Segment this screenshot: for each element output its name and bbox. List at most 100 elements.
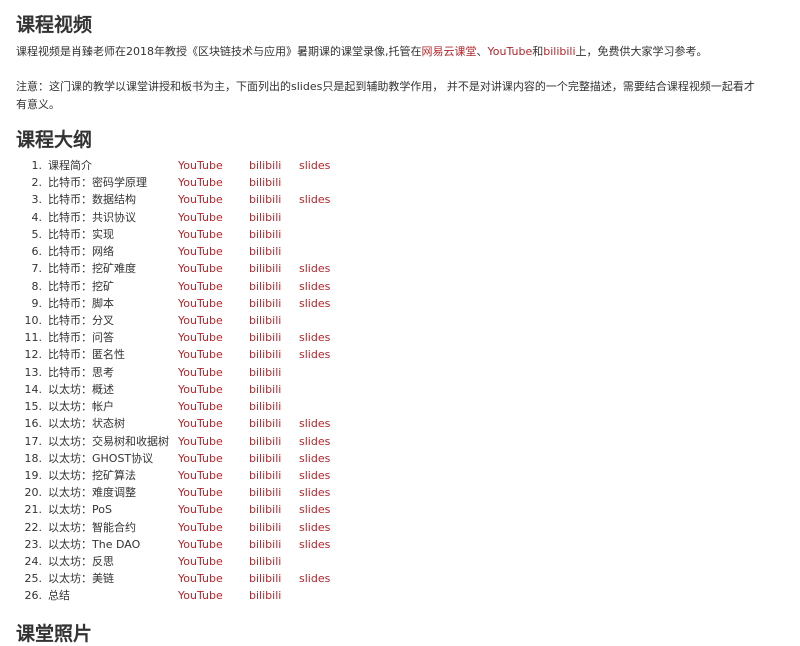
slides-link[interactable]: slides (299, 467, 330, 484)
youtube-link[interactable]: YouTube (178, 587, 223, 604)
lecture-title: 比特币：问答 (48, 331, 114, 345)
lecture-number: 16. (24, 417, 43, 431)
bilibili-link[interactable]: bilibili (249, 260, 281, 277)
youtube-link[interactable]: YouTube (178, 415, 223, 432)
bilibili-link[interactable]: bilibili (249, 484, 281, 501)
bilibili-link[interactable]: bilibili (249, 346, 281, 363)
slides-link[interactable]: slides (299, 415, 330, 432)
lecture-title: 以太坊：智能合约 (48, 520, 136, 534)
youtube-link[interactable]: YouTube (178, 450, 223, 467)
lecture-title: 比特币：匿名性 (48, 348, 125, 362)
lecture-number: 1. (31, 159, 43, 172)
lecture-number: 13. (24, 365, 43, 379)
lecture-number: 10. (24, 313, 43, 327)
bilibili-link[interactable]: bilibili (249, 191, 281, 208)
bilibili-link[interactable]: bilibili (249, 364, 281, 381)
youtube-link[interactable]: YouTube (178, 398, 223, 415)
youtube-link[interactable]: YouTube (178, 536, 223, 553)
lecture-number: 5. (31, 227, 43, 241)
bilibili-link[interactable]: bilibili (249, 553, 281, 570)
youtube-link[interactable]: YouTube (178, 209, 223, 226)
youtube-link[interactable]: YouTube (178, 191, 223, 208)
slides-link[interactable]: slides (299, 191, 330, 208)
slides-link[interactable]: slides (299, 536, 330, 553)
slides-link[interactable]: slides (299, 433, 330, 450)
youtube-link[interactable]: YouTube (178, 329, 223, 346)
slides-link[interactable]: slides (299, 519, 330, 536)
intro-sep-2: 和 (532, 45, 544, 58)
lecture-title: 比特币：网络 (48, 245, 114, 259)
intro-paragraph: 课程视频是肖臻老师在2018年教授《区块链技术与应用》暑期课的课堂录像,托管在网… (16, 43, 786, 61)
lecture-title: 课程简介 (48, 159, 92, 172)
bilibili-link[interactable]: bilibili (249, 278, 281, 295)
youtube-link[interactable]: YouTube (178, 381, 223, 398)
bilibili-link[interactable]: bilibili (249, 226, 281, 243)
lecture-number: 24. (24, 555, 43, 569)
lecture-title: 以太坊：PoS (48, 503, 112, 517)
bilibili-link[interactable]: bilibili (249, 587, 281, 604)
bilibili-link[interactable]: bilibili (249, 450, 281, 467)
slides-link[interactable]: slides (299, 501, 330, 518)
bilibili-link[interactable]: bilibili (249, 501, 281, 518)
lecture-title: 比特币：分叉 (48, 313, 114, 327)
bilibili-link[interactable]: bilibili (249, 570, 281, 587)
youtube-link[interactable]: YouTube (178, 519, 223, 536)
bilibili-link[interactable]: bilibili (249, 415, 281, 432)
youtube-link[interactable]: YouTube (178, 226, 223, 243)
lecture-number: 23. (24, 537, 43, 551)
youtube-link[interactable]: YouTube (178, 243, 223, 260)
lecture-number: 15. (24, 400, 43, 414)
lecture-number: 19. (24, 468, 43, 482)
bilibili-link[interactable]: bilibili (249, 536, 281, 553)
slides-link[interactable]: slides (299, 484, 330, 501)
bilibili-link[interactable]: bilibili (249, 157, 281, 174)
youtube-link[interactable]: YouTube (178, 174, 223, 191)
slides-link[interactable]: slides (299, 157, 330, 174)
lecture-number: 20. (24, 486, 43, 500)
youtube-link[interactable]: YouTube (178, 260, 223, 277)
youtube-link[interactable]: YouTube (178, 433, 223, 450)
youtube-link[interactable]: YouTube (178, 278, 223, 295)
slides-link[interactable]: slides (299, 329, 330, 346)
youtube-link[interactable]: YouTube (178, 295, 223, 312)
link-netease[interactable]: 网易云课堂 (422, 45, 477, 58)
youtube-link[interactable]: YouTube (178, 364, 223, 381)
lecture-title: 以太坊：概述 (48, 382, 114, 396)
lecture-title: 以太坊：挖矿算法 (48, 468, 136, 482)
bilibili-link[interactable]: bilibili (249, 243, 281, 260)
bilibili-link[interactable]: bilibili (249, 381, 281, 398)
youtube-link[interactable]: YouTube (178, 570, 223, 587)
youtube-link[interactable]: YouTube (178, 467, 223, 484)
slides-link[interactable]: slides (299, 260, 330, 277)
lecture-title: 以太坊：交易树和收据树 (48, 434, 169, 448)
intro-text-before: 课程视频是肖臻老师在2018年教授《区块链技术与应用》暑期课的课堂录像,托管在 (16, 45, 422, 58)
slides-link[interactable]: slides (299, 278, 330, 295)
youtube-link[interactable]: YouTube (178, 312, 223, 329)
bilibili-link[interactable]: bilibili (249, 312, 281, 329)
link-bilibili-intro[interactable]: bilibili (543, 45, 575, 58)
slides-link[interactable]: slides (299, 450, 330, 467)
slides-link[interactable]: slides (299, 570, 330, 587)
lecture-number: 26. (24, 589, 43, 603)
bilibili-link[interactable]: bilibili (249, 519, 281, 536)
slides-link[interactable]: slides (299, 295, 330, 312)
bilibili-link[interactable]: bilibili (249, 295, 281, 312)
link-youtube-intro[interactable]: YouTube (488, 45, 533, 58)
bilibili-link[interactable]: bilibili (249, 467, 281, 484)
lecture-title: 比特币：密码学原理 (48, 176, 147, 190)
bilibili-link[interactable]: bilibili (249, 209, 281, 226)
youtube-link[interactable]: YouTube (178, 501, 223, 518)
lecture-number: 14. (24, 382, 43, 396)
slides-link[interactable]: slides (299, 346, 330, 363)
youtube-link[interactable]: YouTube (178, 157, 223, 174)
youtube-link[interactable]: YouTube (178, 346, 223, 363)
heading-course-outline: 课程大纲 (16, 129, 93, 151)
lecture-title: 比特币：实现 (48, 227, 114, 241)
bilibili-link[interactable]: bilibili (249, 398, 281, 415)
youtube-link[interactable]: YouTube (178, 484, 223, 501)
heading-course-video: 课程视频 (16, 14, 93, 36)
bilibili-link[interactable]: bilibili (249, 174, 281, 191)
bilibili-link[interactable]: bilibili (249, 433, 281, 450)
bilibili-link[interactable]: bilibili (249, 329, 281, 346)
youtube-link[interactable]: YouTube (178, 553, 223, 570)
